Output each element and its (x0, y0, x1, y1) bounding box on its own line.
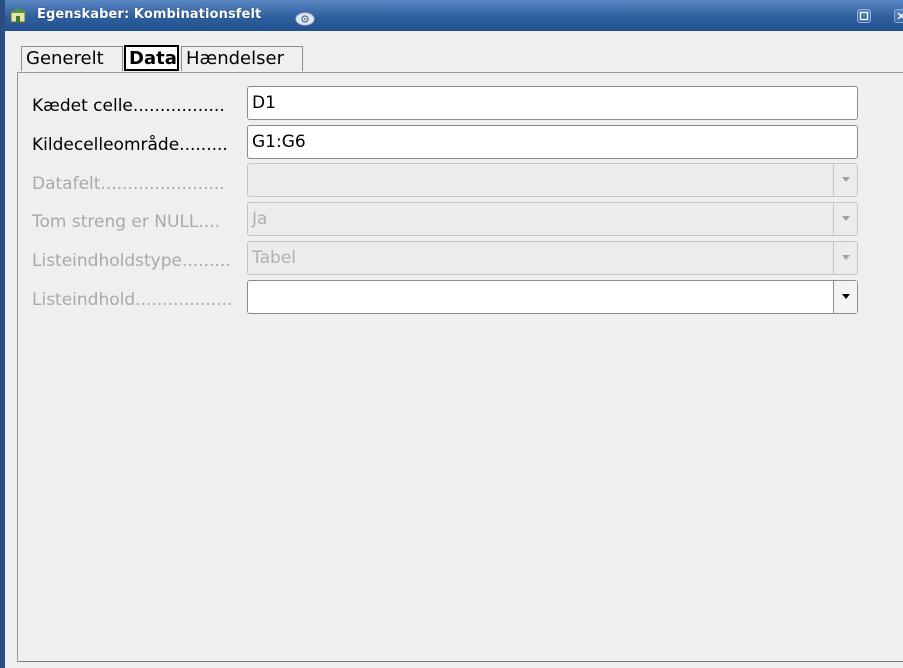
tab-generelt[interactable]: Generelt (21, 46, 123, 71)
chevron-down-icon (842, 294, 850, 299)
tab-haendelser[interactable]: Hændelser (181, 46, 303, 71)
office-app-icon (10, 8, 26, 23)
list-content-dropdown-button[interactable] (833, 281, 857, 313)
list-content-dropdown[interactable] (247, 280, 858, 314)
list-content-label: Listeindhold.................. (32, 290, 233, 310)
close-icon (897, 12, 903, 20)
source-range-input[interactable]: G1:G6 (247, 125, 858, 159)
linked-cell-input[interactable]: D1 (247, 86, 858, 120)
spiral-badge-icon (295, 12, 315, 26)
list-content-type-dropdown: Tabel (247, 241, 858, 275)
chevron-down-icon (842, 255, 850, 260)
empty-string-null-label: Tom streng er NULL.... (32, 212, 220, 232)
data-field-label: Datafelt....................... (32, 174, 225, 194)
chevron-down-icon (842, 177, 850, 182)
close-button[interactable] (894, 9, 903, 23)
data-field-dropdown (247, 163, 858, 197)
empty-string-null-dropdown-button (833, 203, 857, 235)
empty-string-null-value: Ja (252, 209, 268, 229)
properties-dialog: Egenskaber: Kombinationsfelt Generelt Da… (0, 0, 903, 668)
maximize-button[interactable] (857, 9, 871, 23)
maximize-icon (859, 11, 869, 21)
list-content-type-value: Tabel (252, 248, 296, 268)
window-title: Egenskaber: Kombinationsfelt (37, 7, 262, 22)
data-field-dropdown-button (833, 164, 857, 196)
chevron-down-icon (842, 216, 850, 221)
list-content-type-label: Listeindholdstype......... (32, 251, 231, 271)
linked-cell-label: Kædet celle................. (32, 96, 225, 116)
source-range-label: Kildecelleområde......... (32, 135, 228, 155)
tab-data[interactable]: Data (124, 45, 179, 71)
title-bar[interactable]: Egenskaber: Kombinationsfelt (5, 0, 903, 31)
list-content-type-dropdown-button (833, 242, 857, 274)
empty-string-null-dropdown: Ja (247, 202, 858, 236)
data-tab-panel (17, 72, 903, 662)
